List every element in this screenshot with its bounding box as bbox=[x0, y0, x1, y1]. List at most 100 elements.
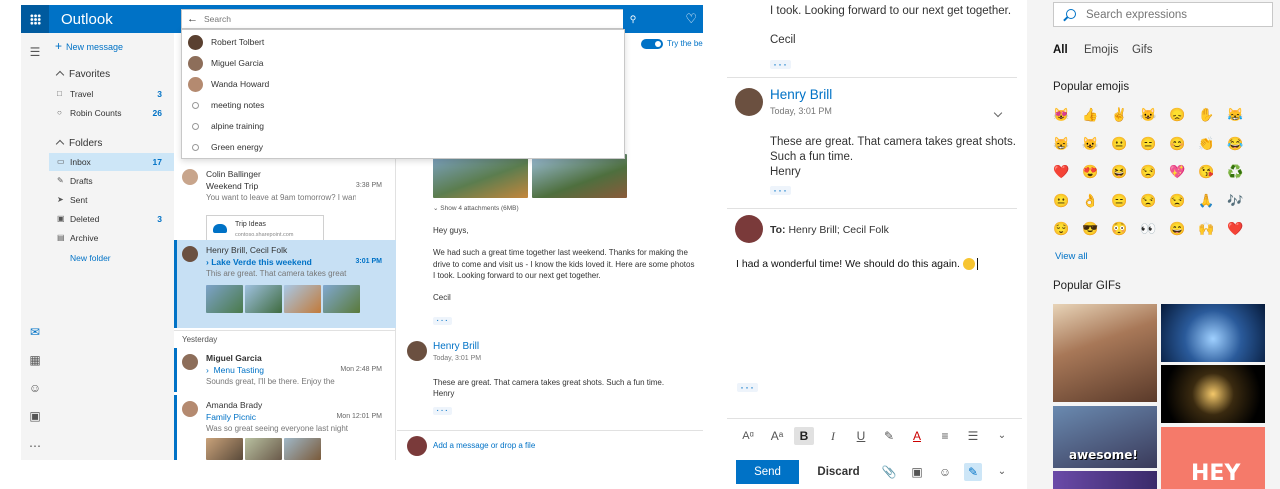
emoji-icon[interactable]: 😍 bbox=[1082, 165, 1098, 179]
to-line[interactable]: To: Henry Brill; Cecil Folk bbox=[770, 224, 889, 236]
chevron-down-icon[interactable] bbox=[993, 108, 1003, 118]
suggestion-history[interactable]: Green energy bbox=[182, 137, 624, 158]
emoji-icon[interactable]: 😆 bbox=[1111, 165, 1127, 179]
emoji-icon[interactable]: 😳 bbox=[1111, 222, 1127, 236]
gif-thumbnail-awesome[interactable]: awesome! bbox=[1053, 406, 1157, 468]
reply-sender[interactable]: Henry Brill bbox=[770, 87, 832, 102]
show-quoted-text-button[interactable]: ··· bbox=[433, 406, 452, 416]
emoji-icon[interactable]: 😒 bbox=[1169, 193, 1185, 208]
show-quoted-text-button[interactable]: ··· bbox=[433, 316, 452, 326]
tab-all[interactable]: All bbox=[1053, 44, 1068, 56]
folders-header[interactable]: Folders bbox=[55, 138, 102, 149]
expressions-icon[interactable]: ✎ bbox=[964, 463, 982, 481]
show-quoted-text-button[interactable]: ··· bbox=[770, 184, 791, 196]
thumbnail[interactable] bbox=[245, 438, 282, 460]
emoji-icon[interactable]: 👏 bbox=[1198, 136, 1214, 151]
message-item[interactable]: Colin Ballinger Weekend Trip 3:38 PM You… bbox=[174, 163, 396, 243]
search-box[interactable]: ← ⚲ bbox=[181, 9, 643, 29]
font-color-icon[interactable]: A bbox=[907, 427, 927, 445]
back-arrow-icon[interactable]: ← bbox=[187, 13, 198, 25]
message-item-selected[interactable]: Henry Brill, Cecil Folk › Lake Verde thi… bbox=[174, 240, 396, 328]
attachment-card[interactable]: Trip Ideas contoso.sharepoint.com bbox=[206, 215, 324, 243]
thumbnail[interactable] bbox=[284, 438, 321, 460]
view-all-link[interactable]: View all bbox=[1055, 251, 1088, 262]
show-quoted-text-button[interactable]: ··· bbox=[770, 58, 791, 70]
thumbnail[interactable] bbox=[323, 285, 360, 313]
message-item[interactable]: Miguel Garcia › Menu Tasting Mon 2:48 PM… bbox=[174, 348, 396, 392]
emoji-icon[interactable]: 👌 bbox=[1082, 193, 1098, 208]
photo-attachment[interactable] bbox=[532, 154, 627, 198]
suggestion-person[interactable]: Robert Tolbert bbox=[182, 32, 624, 53]
thumbnail[interactable] bbox=[245, 285, 282, 313]
toggle-switch[interactable] bbox=[641, 39, 663, 49]
emoji-icon[interactable]: 🙌 bbox=[1198, 222, 1214, 236]
emoji-icon[interactable]: 😐 bbox=[1111, 136, 1127, 151]
photo-attachment[interactable] bbox=[433, 154, 528, 198]
emoji-icon[interactable]: 😞 bbox=[1169, 108, 1185, 122]
emoji-icon[interactable]: 😘 bbox=[1198, 165, 1214, 179]
emoji-icon[interactable]: 🎶 bbox=[1227, 193, 1243, 208]
favorite-item-robin-counts[interactable]: ○ Robin Counts 26 bbox=[49, 104, 174, 122]
paperclip-icon[interactable]: 📎 bbox=[880, 463, 898, 481]
mail-icon[interactable]: ✉ bbox=[28, 325, 42, 339]
search-input[interactable] bbox=[204, 12, 614, 26]
emoji-icon[interactable]: 😺 bbox=[1140, 108, 1156, 122]
show-attachments-link[interactable]: ⌄ Show 4 attachments (6MB) bbox=[433, 204, 519, 212]
more-apps-icon[interactable]: ⋯ bbox=[28, 439, 42, 453]
emoji-icon[interactable]: ☺ bbox=[936, 463, 954, 481]
hamburger-menu-icon[interactable]: ☰ bbox=[28, 45, 42, 59]
show-signature-button[interactable]: ··· bbox=[737, 381, 758, 393]
tab-gifs[interactable]: Gifs bbox=[1132, 44, 1152, 56]
emoji-icon[interactable]: 😺 bbox=[1082, 136, 1098, 151]
emoji-icon[interactable]: 😐 bbox=[1053, 193, 1069, 208]
gif-thumbnail[interactable] bbox=[1053, 304, 1157, 402]
reply-sender[interactable]: Henry Brill bbox=[433, 341, 479, 352]
notification-bell-icon[interactable]: ♡ bbox=[685, 11, 697, 27]
new-folder-link[interactable]: New folder bbox=[70, 253, 111, 263]
folder-item-drafts[interactable]: ✎ Drafts bbox=[49, 172, 174, 190]
suggestion-history[interactable]: meeting notes bbox=[182, 95, 624, 116]
bullets-icon[interactable]: ≡ bbox=[935, 427, 955, 445]
emoji-icon[interactable]: 😹 bbox=[1227, 108, 1243, 122]
emoji-icon[interactable]: 😑 bbox=[1140, 136, 1156, 151]
emoji-icon[interactable]: ✌️ bbox=[1111, 108, 1127, 122]
emoji-icon[interactable]: 👍 bbox=[1082, 108, 1098, 122]
tab-emojis[interactable]: Emojis bbox=[1084, 44, 1119, 56]
new-message-button[interactable]: + New message bbox=[55, 39, 123, 53]
thumbnail[interactable] bbox=[206, 285, 243, 313]
search-icon[interactable]: ⚲ bbox=[623, 9, 643, 29]
app-launcher-icon[interactable] bbox=[21, 5, 49, 33]
emoji-icon[interactable]: 😄 bbox=[1169, 222, 1185, 236]
gif-thumbnail[interactable] bbox=[1161, 365, 1265, 423]
emoji-icon[interactable]: ❤️ bbox=[1227, 222, 1243, 236]
folder-item-archive[interactable]: ▤ Archive bbox=[49, 229, 174, 247]
chevron-down-icon[interactable]: ⌄ bbox=[992, 427, 1012, 445]
emoji-icon[interactable]: 💖 bbox=[1169, 165, 1185, 179]
highlight-icon[interactable]: ✎ bbox=[879, 427, 899, 445]
folder-item-inbox[interactable]: ▭ Inbox 17 bbox=[49, 153, 174, 171]
calendar-icon[interactable]: ▦ bbox=[28, 353, 42, 367]
emoji-icon[interactable]: 😎 bbox=[1082, 222, 1098, 236]
thumbnail[interactable] bbox=[284, 285, 321, 313]
suggestion-history[interactable]: alpine training bbox=[182, 116, 624, 137]
emoji-icon[interactable]: 😒 bbox=[1140, 165, 1156, 179]
quick-reply-bar[interactable]: Add a message or drop a file bbox=[397, 430, 703, 460]
gif-thumbnail[interactable] bbox=[1053, 471, 1157, 489]
folder-item-deleted[interactable]: ▣ Deleted 3 bbox=[49, 210, 174, 228]
thumbnail[interactable] bbox=[206, 438, 243, 460]
expression-search-input[interactable] bbox=[1086, 7, 1266, 23]
bold-icon[interactable]: B bbox=[794, 427, 814, 445]
emoji-icon[interactable]: 😊 bbox=[1169, 136, 1185, 151]
emoji-icon[interactable]: 🙏 bbox=[1198, 193, 1214, 208]
font-size-decrease-icon[interactable]: Aᵅ bbox=[738, 427, 758, 445]
try-beta-toggle[interactable]: Try the be bbox=[641, 39, 703, 49]
discard-button[interactable]: Discard bbox=[807, 460, 870, 484]
underline-icon[interactable]: U bbox=[851, 427, 871, 445]
font-size-increase-icon[interactable]: Aᵃ bbox=[767, 427, 787, 445]
people-icon[interactable]: ☺ bbox=[28, 381, 42, 395]
send-button[interactable]: Send bbox=[736, 460, 799, 484]
gif-thumbnail[interactable] bbox=[1161, 304, 1265, 362]
message-item[interactable]: Amanda Brady Family Picnic Mon 12:01 PM … bbox=[174, 395, 396, 460]
emoji-icon[interactable]: ♻️ bbox=[1227, 165, 1243, 179]
compose-body[interactable]: I had a wonderful time! We should do thi… bbox=[736, 258, 978, 271]
